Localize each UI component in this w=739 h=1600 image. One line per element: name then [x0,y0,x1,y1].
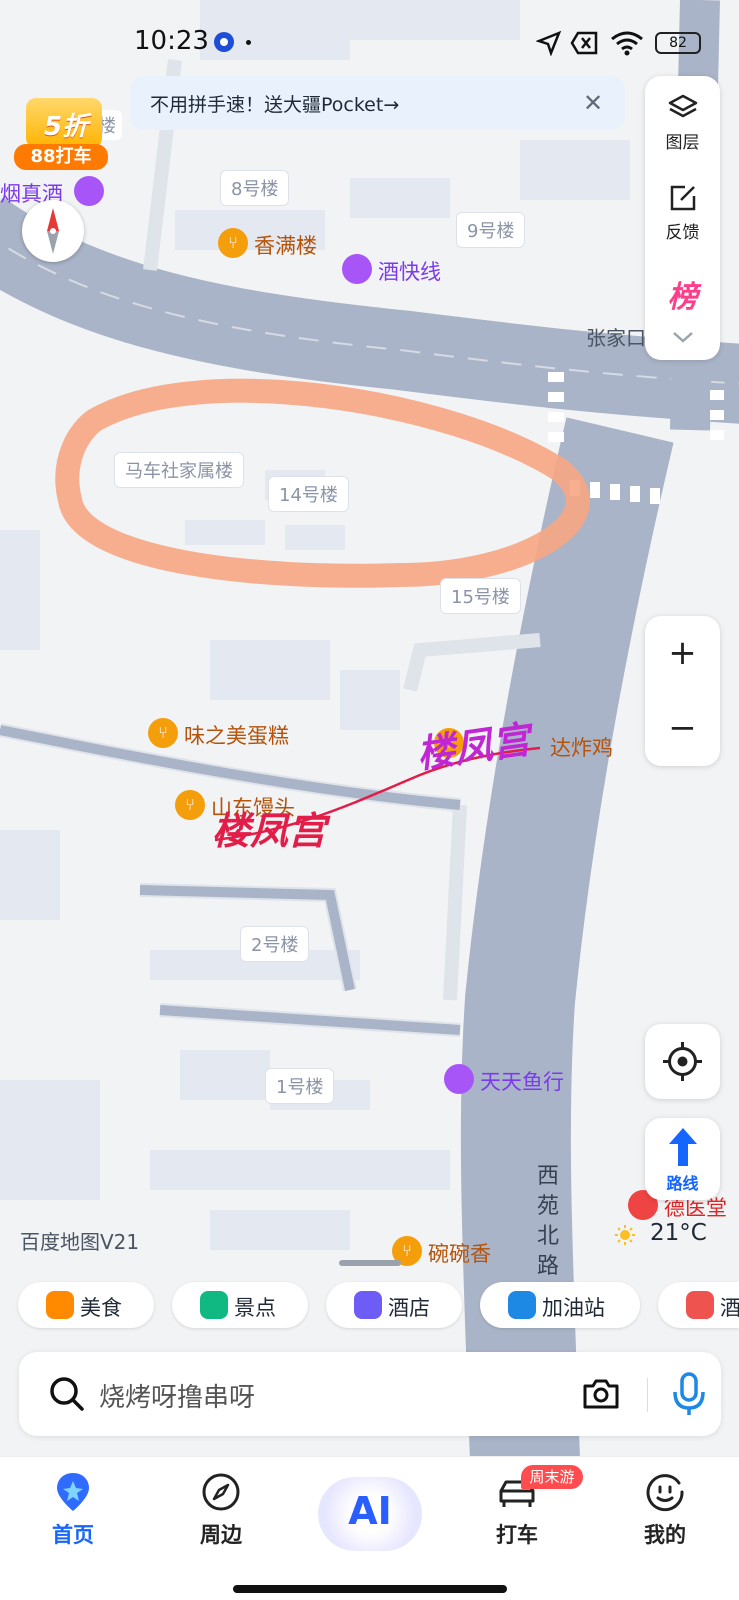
divider [647,1378,648,1412]
camera-icon[interactable] [581,1374,621,1414]
banner-text: 不用拼手速！送大疆Pocket→ [150,94,400,116]
ai-label: AI [348,1489,392,1533]
compass-icon [47,208,59,254]
poi-label: 达炸鸡 [550,736,613,760]
food-icon [46,1291,74,1319]
promo-discount: 5折 [44,112,89,142]
building-label: 8号楼 [220,170,290,206]
chevron-down-icon[interactable] [671,328,695,346]
route-label: 路线 [666,1174,699,1193]
location-icon [536,30,562,56]
shopping-icon [444,1064,474,1094]
route-arrow-icon [669,1128,697,1166]
tab-label: 周边 [200,1523,242,1547]
building-label: 2号楼 [240,926,310,962]
layers-label: 图层 [665,133,700,153]
category-chips: 美食 景点 酒店 加油站 酒 [18,1282,739,1328]
chip-more[interactable]: 酒 [658,1282,739,1328]
restaurant-icon: ⑂ [218,228,248,258]
status-bar: 10:23 82 [0,22,739,62]
chip-label: 加油站 [542,1296,605,1320]
annotation-sticker: 楼凤宫 [212,809,327,853]
chip-label: 美食 [80,1296,122,1320]
weather-widget[interactable]: 21°C [614,1218,734,1252]
chip-food[interactable]: 美食 [18,1282,154,1328]
chip-label: 景点 [234,1296,276,1320]
battery-indicator: 82 [655,32,701,54]
tab-profile[interactable]: 我的 [615,1471,715,1567]
status-time: 10:23 [134,26,209,56]
bar-icon [686,1291,714,1319]
map-tools-panel: 图层 反馈 榜 [645,76,720,360]
chip-label: 酒店 [388,1296,430,1320]
zoom-controls: + − [645,616,720,766]
route-button[interactable]: 路线 [645,1118,720,1200]
feedback-button[interactable]: 反馈 [645,182,720,243]
chip-gas-station[interactable]: 加油站 [480,1282,640,1328]
weekend-trip-badge: 周末游 [521,1465,583,1489]
feedback-label: 反馈 [665,223,700,243]
hotel-icon [354,1291,382,1319]
poi-label: 酒快线 [378,260,441,284]
restaurant-icon: ⑂ [175,790,205,820]
search-icon [50,1377,84,1411]
close-icon[interactable]: ✕ [576,86,610,120]
restaurant-icon: ⑂ [148,718,178,748]
map-logo: 百度地图V21 [20,1230,140,1254]
smile-icon [646,1474,684,1512]
ranking-icon: 榜 [667,280,698,315]
promo-label: 88打车 [14,144,108,170]
sim-off-icon [570,31,598,55]
scenic-icon [200,1291,228,1319]
building-label: 马车社家属楼 [114,452,244,488]
taxi-promo-badge[interactable]: 5折 88打车 [14,78,110,170]
building-label: 9号楼 [456,212,526,248]
microphone-icon[interactable] [671,1370,707,1418]
bottom-tab-bar: 首页 周边 AI 打车 周末游 我的 [0,1456,739,1600]
tab-nearby[interactable]: 周边 [171,1471,271,1567]
poi-label: 香满楼 [254,234,317,258]
locate-icon [663,1042,702,1081]
poi-label: 碗碗香 [428,1242,491,1266]
building-label: 1号楼 [265,1068,335,1104]
drag-handle[interactable] [339,1260,401,1266]
gas-station-icon [508,1291,536,1319]
sun-icon [615,1225,635,1245]
building-label: 14号楼 [268,476,349,512]
feedback-icon [670,185,695,211]
ai-button[interactable]: AI [318,1477,422,1551]
promo-banner[interactable]: 不用拼手速！送大疆Pocket→ ✕ [130,76,625,130]
zoom-in-button[interactable]: + [645,616,720,691]
ranking-button[interactable]: 榜 [645,272,720,315]
chip-scenic[interactable]: 景点 [172,1282,308,1328]
home-pin-icon [57,1473,89,1511]
locate-button[interactable] [645,1024,720,1099]
tab-label: 打车 [496,1523,538,1547]
search-bar[interactable]: 烧烤呀撸串呀 [19,1352,721,1436]
zoom-out-button[interactable]: − [645,691,720,766]
more-notifications-icon [246,40,251,45]
tab-label: 首页 [52,1523,94,1547]
road-name: 张家口 [586,326,646,350]
app-notification-icon [214,32,234,52]
tab-home[interactable]: 首页 [23,1471,123,1567]
home-indicator [233,1585,507,1593]
tab-label: 我的 [644,1523,686,1547]
chip-hotel[interactable]: 酒店 [326,1282,462,1328]
compass-nav-icon [202,1473,240,1511]
road-name-vertical: 西苑北路 [536,1164,559,1279]
chip-label: 酒 [720,1296,739,1320]
wifi-icon [611,31,643,56]
compass-button[interactable] [22,200,84,262]
layers-icon [668,94,697,118]
search-input[interactable]: 烧烤呀撸串呀 [99,1377,255,1414]
layers-button[interactable]: 图层 [645,92,720,153]
shopping-icon [342,254,372,284]
building-label: 15号楼 [440,578,521,614]
poi-label: 天天鱼行 [480,1070,564,1094]
poi-label: 味之美蛋糕 [184,724,289,748]
temperature: 21°C [650,1220,707,1246]
